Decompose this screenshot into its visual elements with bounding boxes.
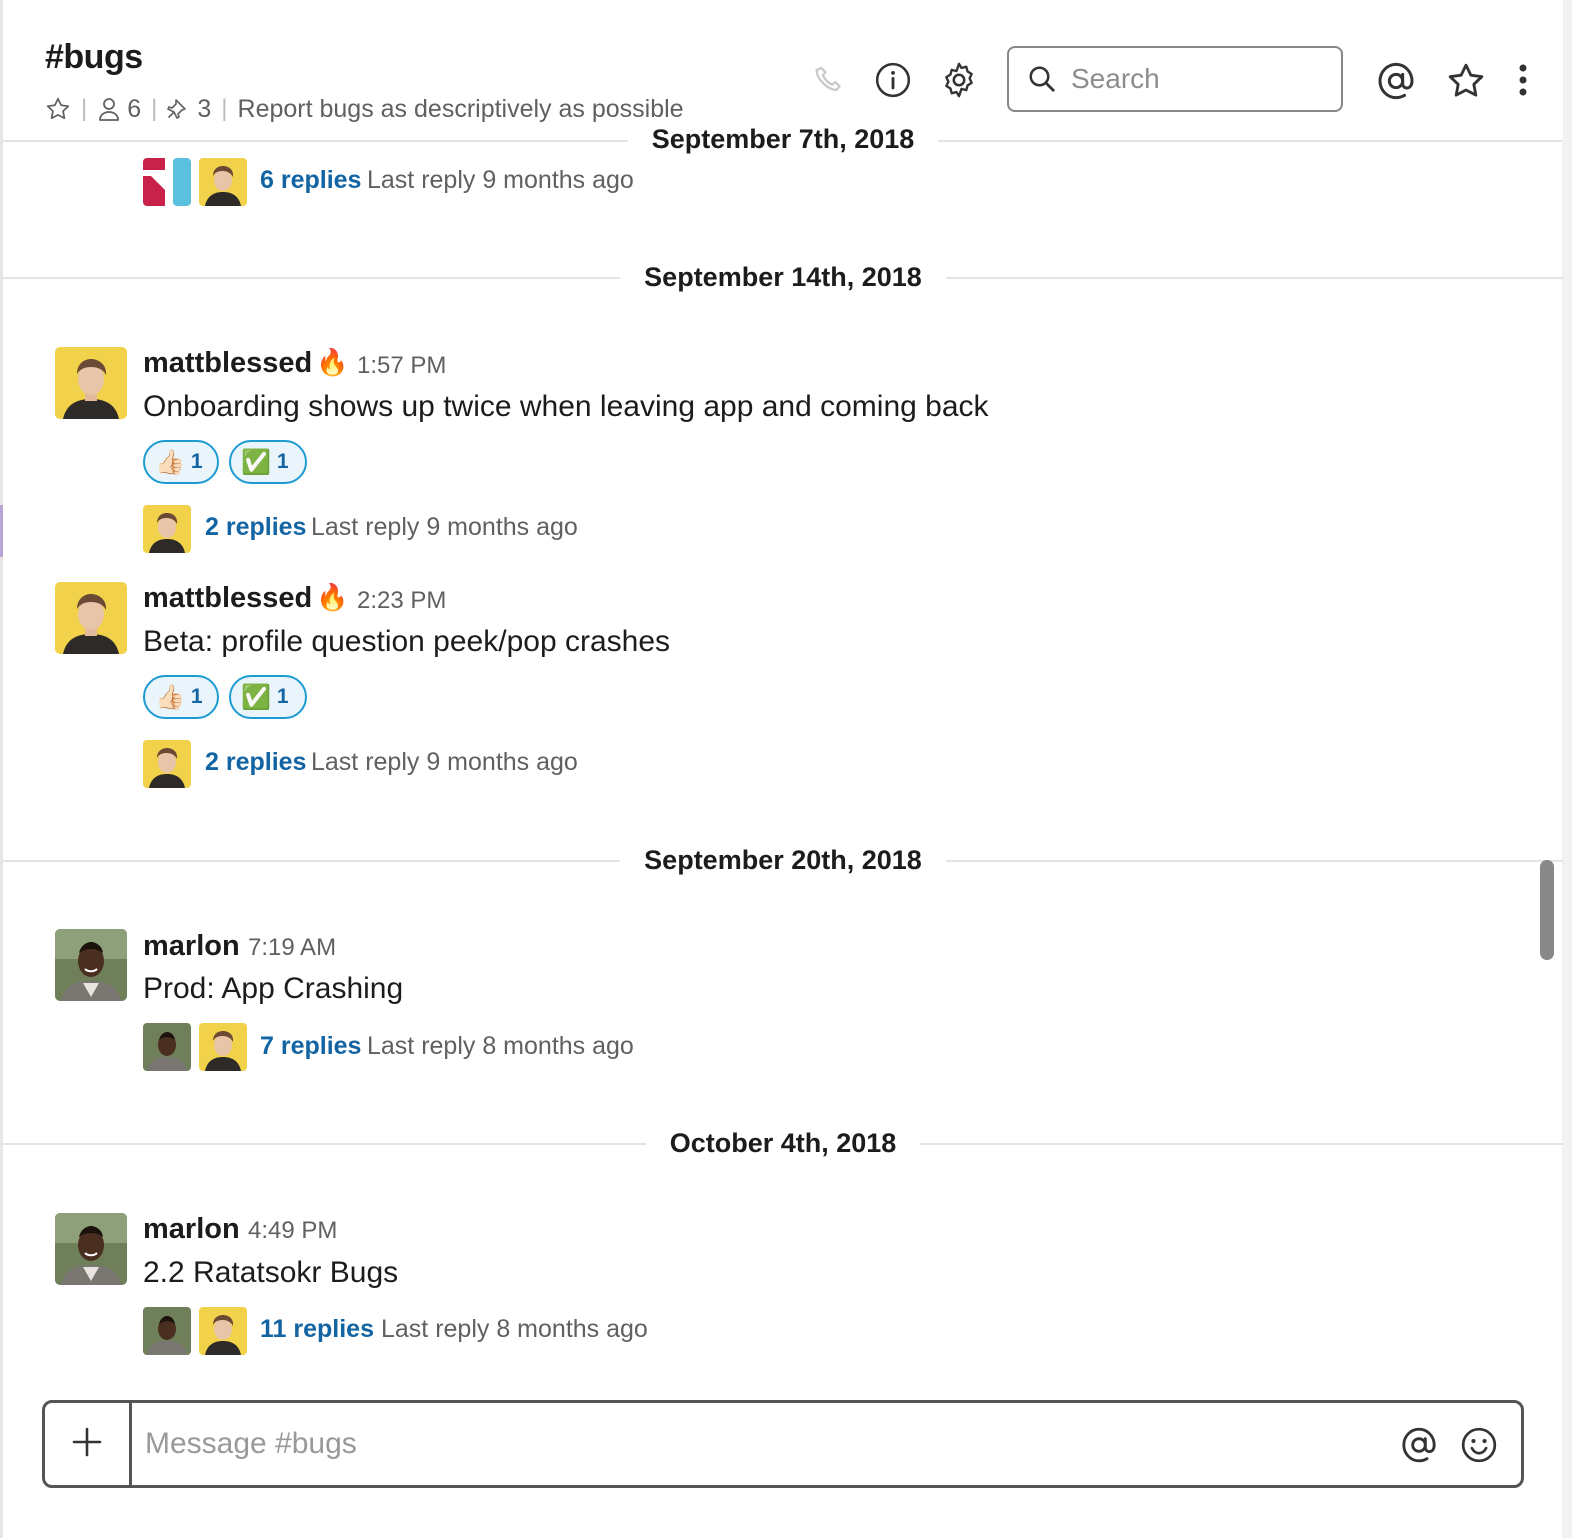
channel-meta: | 6 | 3 | Report bugs as descriptively a… <box>45 92 684 126</box>
date-divider: September 20th, 2018 <box>0 845 1566 876</box>
pinned-count[interactable]: 3 <box>197 95 211 124</box>
thread-last-reply: Last reply 9 months ago <box>311 748 578 776</box>
message-composer[interactable]: Message #bugs <box>42 1400 1524 1488</box>
avatar[interactable] <box>199 158 247 206</box>
avatar[interactable] <box>143 505 191 553</box>
phone-icon[interactable] <box>809 60 849 100</box>
avatar[interactable] <box>199 1307 247 1355</box>
date-divider: September 7th, 2018 <box>0 124 1566 155</box>
avatar[interactable] <box>55 347 127 419</box>
avatar[interactable] <box>143 1307 191 1355</box>
search-placeholder: Search <box>1071 63 1160 94</box>
app-avatar[interactable] <box>143 158 191 206</box>
search-icon <box>1027 64 1057 94</box>
thread-last-reply: Last reply 9 months ago <box>367 166 634 194</box>
message-input[interactable]: Message #bugs <box>145 1427 357 1461</box>
thread-replies-link[interactable]: 7 replies <box>260 1032 361 1061</box>
thread-replies-link[interactable]: 6 replies <box>260 166 361 195</box>
thread-replies-link[interactable]: 2 replies <box>205 748 306 777</box>
mention-icon[interactable] <box>1373 58 1419 104</box>
reaction-check[interactable]: ✅ 1 <box>229 675 307 719</box>
mention-icon[interactable] <box>1397 1423 1441 1467</box>
separator: | <box>221 95 228 122</box>
avatar[interactable] <box>55 582 127 654</box>
avatar[interactable] <box>55 929 127 1001</box>
message-timestamp[interactable]: 1:57 PM <box>357 352 446 380</box>
avatar[interactable] <box>55 1213 127 1285</box>
plus-icon <box>72 1427 102 1462</box>
separator: | <box>151 95 158 122</box>
message-author[interactable]: marlon <box>143 1213 240 1246</box>
search-input[interactable]: Search <box>1007 46 1343 112</box>
window-frame <box>0 0 3 1538</box>
attach-button[interactable] <box>45 1403 132 1485</box>
separator: | <box>81 95 88 122</box>
message-text: Onboarding shows up twice when leaving a… <box>143 390 989 423</box>
status-emoji: 🔥 <box>316 582 349 612</box>
status-emoji: 🔥 <box>316 347 349 377</box>
scrollbar-thumb[interactable] <box>1540 860 1554 960</box>
star-icon[interactable] <box>45 96 71 122</box>
thread-replies-link[interactable]: 2 replies <box>205 513 306 542</box>
message-timestamp[interactable]: 4:49 PM <box>248 1217 337 1245</box>
thread-replies-link[interactable]: 11 replies <box>260 1315 374 1344</box>
sidebar-edge-accent <box>0 505 3 557</box>
thread-last-reply: Last reply 8 months ago <box>367 1032 634 1060</box>
channel-topic[interactable]: Report bugs as descriptively as possible <box>238 95 684 124</box>
reaction-thumbs-up[interactable]: 👍🏻 1 <box>143 440 219 484</box>
message-text: Prod: App Crashing <box>143 972 404 1005</box>
message-text: Beta: profile question peek/pop crashes <box>143 625 671 658</box>
message-timestamp[interactable]: 2:23 PM <box>357 587 446 615</box>
message-author[interactable]: mattblessed <box>143 347 312 380</box>
star-outline-icon[interactable] <box>1443 58 1489 104</box>
emoji-icon[interactable] <box>1457 1423 1501 1467</box>
thread-last-reply: Last reply 9 months ago <box>311 513 578 541</box>
message-author[interactable]: marlon <box>143 930 240 963</box>
avatar[interactable] <box>143 1023 191 1071</box>
members-count[interactable]: 6 <box>127 95 141 124</box>
reaction-thumbs-up[interactable]: 👍🏻 1 <box>143 675 219 719</box>
message-timestamp[interactable]: 7:19 AM <box>248 934 336 962</box>
pin-icon[interactable] <box>167 96 191 122</box>
gear-icon[interactable] <box>937 58 981 102</box>
members-icon[interactable] <box>97 96 121 122</box>
more-vertical-icon[interactable] <box>1511 60 1535 100</box>
avatar[interactable] <box>143 740 191 788</box>
message-author[interactable]: mattblessed <box>143 582 312 615</box>
message-text: 2.2 Ratatsokr Bugs <box>143 1256 399 1289</box>
channel-title[interactable]: #bugs <box>45 38 143 77</box>
scrollbar-track[interactable] <box>1562 0 1572 1538</box>
channel-header: #bugs | 6 | 3 | Report bugs as descripti… <box>3 0 1563 138</box>
date-divider: October 4th, 2018 <box>0 1128 1566 1159</box>
info-icon[interactable] <box>871 58 915 102</box>
date-divider: September 14th, 2018 <box>0 262 1566 293</box>
avatar[interactable] <box>199 1023 247 1071</box>
thread-last-reply: Last reply 8 months ago <box>381 1315 648 1343</box>
reaction-check[interactable]: ✅ 1 <box>229 440 307 484</box>
